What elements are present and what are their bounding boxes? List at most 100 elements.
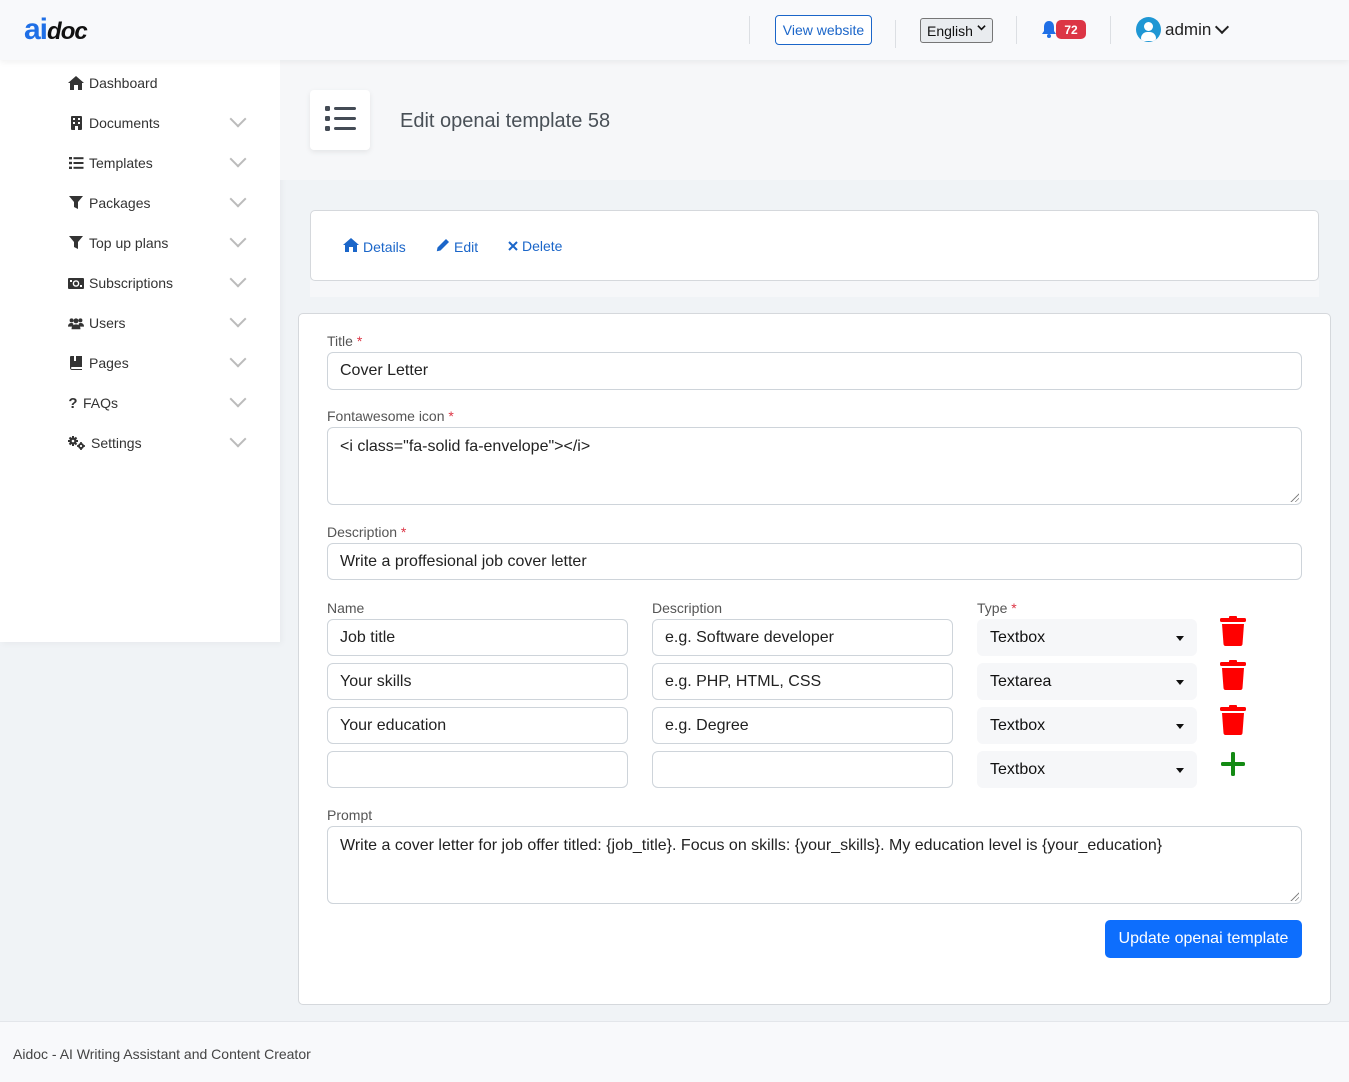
divider: [895, 20, 896, 48]
chevron-down-icon[interactable]: [229, 350, 247, 368]
field-type-value: Textbox: [990, 716, 1046, 734]
chevron-down-icon[interactable]: [229, 150, 247, 168]
description-label: Description *: [327, 524, 407, 540]
add-field-button[interactable]: [1219, 749, 1247, 781]
bell-icon[interactable]: [1041, 20, 1057, 38]
home-icon: [68, 76, 84, 90]
chevron-down-icon[interactable]: [229, 310, 247, 328]
field-description-input[interactable]: e.g. Degree: [652, 707, 953, 744]
chevron-down-icon[interactable]: [229, 430, 247, 448]
sidebar-item-dashboard[interactable]: Dashboard: [68, 71, 252, 95]
sidebar-item-label: Pages: [89, 355, 129, 371]
delete-label: Delete: [522, 238, 563, 254]
action-strip: [310, 280, 1319, 297]
list-icon: [68, 156, 84, 170]
footer-text: Aidoc - AI Writing Assistant and Content…: [13, 1046, 311, 1062]
logo[interactable]: aidoc: [24, 13, 88, 48]
sidebar-item-label: Dashboard: [89, 75, 158, 91]
sidebar-item-users[interactable]: Users: [68, 310, 252, 335]
description-input[interactable]: Write a proffesional job cover letter: [327, 543, 1302, 580]
field-type-value: Textbox: [990, 760, 1046, 778]
page-title: Edit openai template 58: [400, 110, 611, 132]
icon-textarea-value: <i class="fa-solid fa-envelope"></i>: [340, 438, 591, 455]
field-type-header: Type *: [977, 600, 1017, 616]
field-description-input[interactable]: [652, 751, 953, 788]
field-name-input[interactable]: [327, 751, 628, 788]
field-name-input[interactable]: Your skills: [327, 663, 628, 700]
view-website-button[interactable]: View website: [775, 15, 872, 45]
prompt-textarea[interactable]: Write a cover letter for job offer title…: [327, 826, 1302, 904]
delete-field-button[interactable]: [1219, 659, 1247, 692]
logo-ai: ai: [24, 13, 48, 46]
sidebar-item-label: FAQs: [83, 395, 119, 411]
field-type-select[interactable]: Textarea: [977, 663, 1197, 700]
home-icon: [343, 238, 363, 255]
sidebar-item-documents[interactable]: Documents: [68, 110, 252, 135]
chevron-down-icon: [1215, 19, 1230, 35]
update-template-button[interactable]: Update openai template: [1105, 920, 1302, 958]
users-icon: [68, 316, 84, 330]
chevron-down-icon[interactable]: [229, 230, 247, 248]
icon-textarea[interactable]: <i class="fa-solid fa-envelope"></i>: [327, 427, 1302, 505]
sidebar-item-faqs[interactable]: ? FAQs: [68, 390, 252, 415]
title-label: Title *: [327, 333, 363, 349]
sidebar-item-label: Documents: [89, 115, 160, 131]
edit-label: Edit: [454, 238, 479, 255]
sidebar-item-packages[interactable]: Packages: [68, 190, 252, 215]
sidebar: Dashboard Documents Templates Packages T…: [0, 60, 280, 642]
divider: [1016, 16, 1017, 44]
cogs-icon: [68, 436, 86, 450]
chevron-down-icon[interactable]: [229, 190, 247, 208]
chevron-down-icon[interactable]: [229, 390, 247, 408]
field-type-select[interactable]: Textbox: [977, 619, 1197, 656]
question-icon: ?: [68, 394, 78, 412]
sidebar-item-label: Templates: [89, 155, 153, 171]
field-description-input[interactable]: e.g. Software developer: [652, 619, 953, 656]
resize-handle[interactable]: [1289, 891, 1299, 901]
field-name-input[interactable]: Your education: [327, 707, 628, 744]
divider: [749, 16, 750, 44]
title-input[interactable]: Cover Letter: [327, 352, 1302, 390]
notification-badge[interactable]: 72: [1056, 20, 1086, 39]
sidebar-item-label: Settings: [91, 435, 142, 451]
language-select[interactable]: English: [920, 18, 993, 43]
edit-link[interactable]: Edit: [436, 238, 478, 255]
delete-field-button[interactable]: [1219, 615, 1247, 649]
details-link[interactable]: Details: [343, 238, 406, 255]
sidebar-item-templates[interactable]: Templates: [68, 150, 252, 175]
top-navbar: aidoc View website English 72 admin: [0, 0, 1349, 60]
caret-down-icon: [1176, 635, 1184, 641]
logo-doc: doc: [47, 18, 88, 45]
sidebar-item-settings[interactable]: Settings: [68, 430, 252, 455]
field-type-value: Textbox: [990, 628, 1046, 646]
delete-link[interactable]: Delete: [508, 238, 562, 254]
chevron-down-icon[interactable]: [229, 270, 247, 288]
filter-icon: [68, 196, 84, 210]
book-icon: [68, 356, 84, 370]
field-name-input[interactable]: Job title: [327, 619, 628, 656]
field-description-input[interactable]: e.g. PHP, HTML, CSS: [652, 663, 953, 700]
prompt-label: Prompt: [327, 807, 373, 823]
field-name-header: Name: [327, 600, 365, 616]
list-icon: [324, 106, 356, 134]
sidebar-item-top-up-plans[interactable]: Top up plans: [68, 230, 252, 255]
prompt-textarea-value: Write a cover letter for job offer title…: [340, 837, 1163, 854]
sidebar-item-label: Subscriptions: [89, 275, 174, 291]
sidebar-item-pages[interactable]: Pages: [68, 350, 252, 375]
chevron-down-icon[interactable]: [229, 110, 247, 128]
avatar: [1136, 17, 1161, 42]
icon-label: Fontawesome icon *: [327, 408, 454, 424]
user-menu[interactable]: admin: [1136, 17, 1230, 42]
close-icon: [508, 238, 522, 254]
caret-down-icon: [1176, 723, 1184, 729]
language-value: English: [927, 22, 973, 39]
sidebar-item-subscriptions[interactable]: Subscriptions: [68, 270, 252, 295]
sidebar-item-label: Packages: [89, 195, 151, 211]
field-type-select[interactable]: Textbox: [977, 707, 1197, 744]
trash-icon: [1220, 615, 1246, 649]
field-type-value: Textarea: [990, 672, 1052, 690]
delete-field-button[interactable]: [1219, 704, 1247, 737]
field-type-select[interactable]: Textbox: [977, 751, 1197, 788]
divider: [1110, 16, 1111, 44]
resize-handle[interactable]: [1289, 492, 1299, 502]
